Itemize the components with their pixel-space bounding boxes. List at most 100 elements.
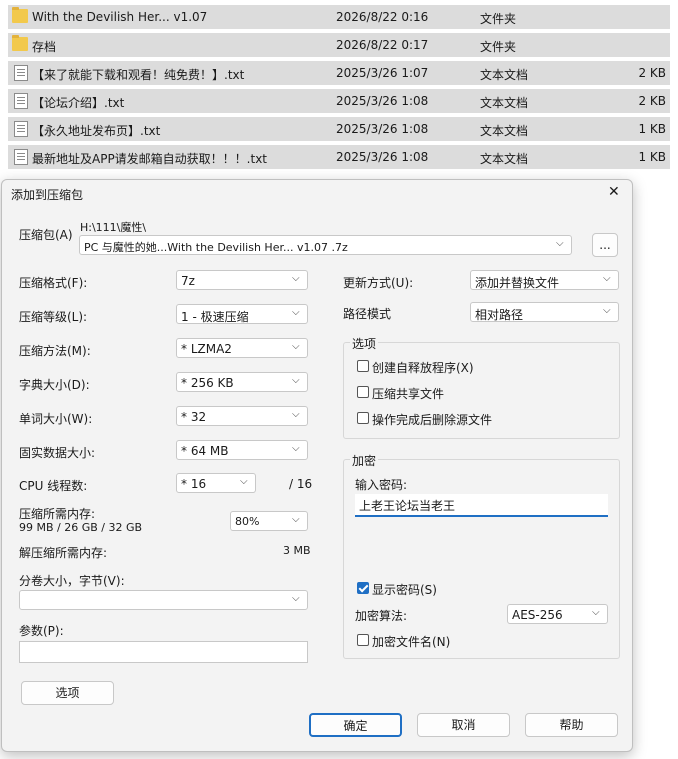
- file-row[interactable]: 【论坛介绍】.txt 2025/3/26 1:08 文本文档 2 KB: [8, 89, 670, 113]
- dictionary-label: 字典大小(D):: [19, 378, 90, 392]
- file-row[interactable]: 【来了就能下载和观看！纯免费！】.txt 2025/3/26 1:07 文本文档…: [8, 61, 670, 85]
- encryption-method-select[interactable]: AES-256 ⌵: [507, 604, 608, 624]
- encryption-method-label: 加密算法:: [355, 609, 408, 623]
- sfx-checkbox[interactable]: [357, 360, 369, 372]
- encrypt-names-label[interactable]: 加密文件名(N): [372, 633, 450, 650]
- dictionary-value: * 256 KB: [181, 376, 234, 390]
- show-password-label[interactable]: 显示密码(S): [372, 581, 437, 598]
- file-row[interactable]: 【永久地址发布页】.txt 2025/3/26 1:08 文本文档 1 KB: [8, 117, 670, 141]
- file-type: 文本文档: [480, 68, 529, 82]
- add-to-archive-dialog: 添加到压缩包 ✕ 压缩包(A) H:\111\魔性\ PC 与魔性的她...Wi…: [1, 179, 633, 752]
- chevron-down-icon: ⌵: [556, 238, 564, 249]
- method-label: 压缩方法(M):: [19, 344, 91, 358]
- decompress-memory-label: 解压缩所需内存:: [19, 546, 108, 560]
- memory-percent-value: 80%: [235, 515, 260, 528]
- solid-size-label: 固实数据大小:: [19, 446, 96, 460]
- file-name: With the Devilish Her... v1.07: [32, 10, 208, 24]
- format-value: 7z: [181, 274, 195, 288]
- parameters-label: 参数(P):: [19, 624, 64, 638]
- password-input[interactable]: 上老王论坛当老王: [355, 494, 608, 517]
- chevron-down-icon: ⌵: [292, 341, 300, 352]
- encrypt-names-checkbox[interactable]: [357, 634, 369, 646]
- file-size: 1 KB: [638, 122, 666, 136]
- shared-files-checkbox[interactable]: [357, 386, 369, 398]
- chevron-down-icon: ⌵: [292, 514, 300, 525]
- file-row[interactable]: 最新地址及APP请发邮箱自动获取！！！.txt 2025/3/26 1:08 文…: [8, 145, 670, 169]
- text-file-icon: [14, 121, 28, 137]
- level-select[interactable]: 1 - 极速压缩 ⌵: [176, 304, 308, 324]
- delete-after-label[interactable]: 操作完成后删除源文件: [372, 411, 492, 428]
- word-size-label: 单词大小(W):: [19, 412, 93, 426]
- file-size: 2 KB: [638, 94, 666, 108]
- archive-name-combo[interactable]: PC 与魔性的她...With the Devilish Her... v1.0…: [79, 235, 572, 255]
- chevron-down-icon: ⌵: [292, 409, 300, 420]
- cpu-threads-label: CPU 线程数:: [19, 479, 88, 493]
- chevron-down-icon: ⌵: [292, 375, 300, 386]
- archive-path: H:\111\魔性\: [80, 221, 147, 234]
- chevron-down-icon: ⌵: [240, 476, 248, 487]
- method-value: * LZMA2: [181, 342, 232, 356]
- update-mode-select[interactable]: 添加并替换文件 ⌵: [470, 270, 619, 290]
- show-password-checkbox[interactable]: [357, 582, 369, 594]
- volume-size-combo[interactable]: ⌵: [19, 590, 308, 610]
- password-value: 上老王论坛当老王: [359, 499, 456, 513]
- level-value: 1 - 极速压缩: [181, 310, 249, 324]
- update-mode-value: 添加并替换文件: [475, 276, 560, 290]
- help-button[interactable]: 帮助: [525, 713, 618, 737]
- sfx-label[interactable]: 创建自释放程序(X): [372, 359, 474, 376]
- path-mode-select[interactable]: 相对路径 ⌵: [470, 302, 619, 322]
- chevron-down-icon: ⌵: [603, 305, 611, 316]
- file-name: 【永久地址发布页】.txt: [32, 124, 161, 138]
- browse-button[interactable]: ...: [592, 233, 618, 257]
- file-date: 2025/3/26 1:08: [336, 122, 429, 136]
- decompress-memory-value: 3 MB: [283, 544, 311, 557]
- word-size-value: * 32: [181, 410, 207, 424]
- encryption-method-value: AES-256: [512, 608, 563, 622]
- solid-size-value: * 64 MB: [181, 444, 229, 458]
- archive-name-value: PC 与魔性的她...With the Devilish Her... v1.0…: [84, 241, 348, 254]
- memory-percent-select[interactable]: 80% ⌵: [230, 511, 308, 531]
- solid-size-select[interactable]: * 64 MB ⌵: [176, 440, 308, 460]
- folder-icon: [12, 7, 28, 23]
- file-row[interactable]: With the Devilish Her... v1.07 2026/8/22…: [8, 5, 670, 29]
- file-type: 文本文档: [480, 124, 529, 138]
- file-name: 【论坛介绍】.txt: [32, 96, 125, 110]
- archive-label: 压缩包(A): [19, 228, 73, 242]
- cpu-threads-select[interactable]: * 16 ⌵: [176, 473, 256, 493]
- file-name: 存档: [32, 40, 57, 54]
- method-select[interactable]: * LZMA2 ⌵: [176, 338, 308, 358]
- file-row[interactable]: 存档 2026/8/22 0:17 文件夹: [8, 33, 670, 57]
- options-button[interactable]: 选项: [21, 681, 114, 705]
- file-type: 文本文档: [480, 152, 529, 166]
- close-icon[interactable]: ✕: [608, 184, 620, 200]
- delete-after-checkbox[interactable]: [357, 412, 369, 424]
- file-size: 2 KB: [638, 66, 666, 80]
- word-size-select[interactable]: * 32 ⌵: [176, 406, 308, 426]
- file-size: 1 KB: [638, 150, 666, 164]
- file-date: 2026/8/22 0:17: [336, 38, 429, 52]
- path-mode-value: 相对路径: [475, 308, 524, 322]
- file-date: 2025/3/26 1:08: [336, 150, 429, 164]
- parameters-input[interactable]: [19, 641, 308, 663]
- dialog-title: 添加到压缩包: [11, 188, 84, 202]
- file-name: 【来了就能下载和观看！纯免费！】.txt: [32, 68, 245, 82]
- chevron-down-icon: ⌵: [292, 307, 300, 318]
- file-type: 文件夹: [480, 12, 517, 26]
- folder-icon: [12, 35, 28, 51]
- format-select[interactable]: 7z ⌵: [176, 270, 308, 290]
- dictionary-select[interactable]: * 256 KB ⌵: [176, 372, 308, 392]
- text-file-icon: [14, 93, 28, 109]
- chevron-down-icon: ⌵: [292, 443, 300, 454]
- text-file-icon: [14, 149, 28, 165]
- chevron-down-icon: ⌵: [292, 273, 300, 284]
- memory-detail: 99 MB / 26 GB / 32 GB: [19, 521, 143, 534]
- options-group-title: 选项: [350, 335, 379, 352]
- cancel-button[interactable]: 取消: [417, 713, 510, 737]
- cpu-threads-total: / 16: [289, 477, 313, 491]
- level-label: 压缩等级(L):: [19, 310, 88, 324]
- ok-button[interactable]: 确定: [309, 713, 402, 737]
- text-file-icon: [14, 65, 28, 81]
- file-type: 文本文档: [480, 96, 529, 110]
- shared-files-label[interactable]: 压缩共享文件: [372, 385, 444, 402]
- chevron-down-icon: ⌵: [292, 593, 300, 604]
